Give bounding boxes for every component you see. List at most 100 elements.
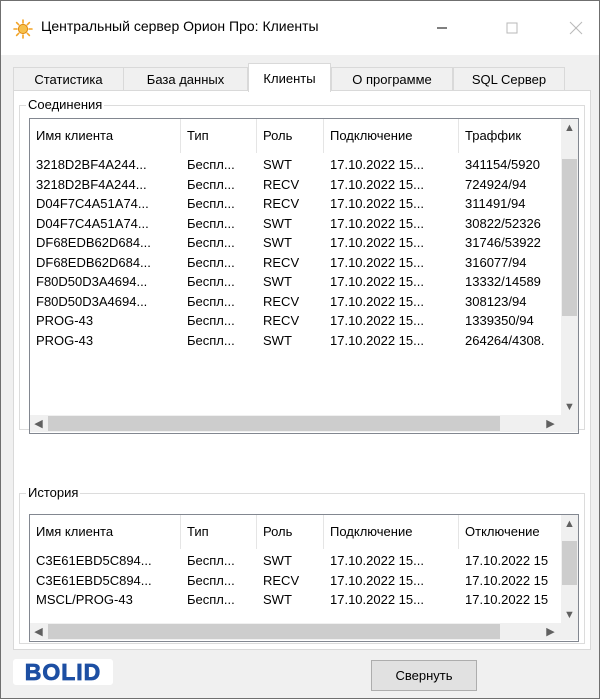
connections-vertical-scrollbar[interactable]: ▲ ▼ <box>561 119 578 415</box>
column-header-traffic[interactable]: Траффик <box>459 119 563 153</box>
connections-horizontal-scrollbar[interactable]: ◀ ▶ <box>30 415 561 432</box>
tab-about[interactable]: О программе <box>331 67 453 91</box>
cell-client-name: F80D50D3A4694... <box>36 274 148 289</box>
history-vertical-scrollbar[interactable]: ▲ ▼ <box>561 515 578 623</box>
scroll-thumb[interactable] <box>562 159 577 316</box>
cell-role: RECV <box>263 176 300 192</box>
table-row[interactable]: DF68EDB62D684... Беспл... SWT 17.10.2022 15… <box>30 233 578 252</box>
cell-last: 311491/94 <box>465 196 526 211</box>
history-list-header: Имя клиента Тип Роль Подключение Отключе… <box>30 515 578 549</box>
cell-client-name: MSCL/PROG-43 <box>36 592 133 607</box>
cell-last: 308123/94 <box>465 293 527 309</box>
minimize-button[interactable] <box>419 1 465 55</box>
table-row[interactable]: MSCL/PROG-43 Беспл... SWT 17.10.2022 15... 1… <box>30 590 578 609</box>
scroll-left-arrow-icon[interactable]: ◀ <box>30 415 47 432</box>
table-row[interactable]: D04F7C4A51A74... Беспл... SWT 17.10.2022 15… <box>30 214 578 233</box>
cell-role: RECV <box>263 313 300 328</box>
cell-last: 724924/94 <box>465 176 527 192</box>
scroll-up-arrow-icon[interactable]: ▲ <box>561 119 578 136</box>
close-button[interactable] <box>553 1 599 55</box>
tab-sql-server[interactable]: SQL Сервер <box>453 67 565 91</box>
bolid-logo: BOLID <box>13 659 113 685</box>
table-row[interactable]: DF68EDB62D684... Беспл... RECV 17.10.2022 1… <box>30 253 578 272</box>
history-list[interactable]: Имя клиента Тип Роль Подключение Отключе… <box>29 514 579 642</box>
maximize-icon <box>506 22 518 34</box>
connections-group-title: Соединения <box>26 97 105 113</box>
collapse-button[interactable]: Свернуть <box>371 660 477 691</box>
cell-connection: 17.10.2022 15... <box>330 254 424 270</box>
cell-client-name: D04F7C4A51A74... <box>36 196 149 211</box>
cell-type: Беспл... <box>187 572 235 588</box>
tab-clients[interactable]: Клиенты <box>248 63 331 92</box>
column-header-disconnection[interactable]: Отключение <box>459 515 563 549</box>
history-group: История Имя клиента Тип Роль Подключение… <box>19 485 585 644</box>
cell-last: 17.10.2022 15 <box>465 553 549 568</box>
cell-connection: 17.10.2022 15... <box>330 235 424 250</box>
tab-database[interactable]: База данных <box>123 67 248 91</box>
cell-type: Беспл... <box>187 592 235 607</box>
column-header-client-name[interactable]: Имя клиента <box>30 119 181 153</box>
scroll-thumb[interactable] <box>48 416 500 431</box>
tab-strip: Статистика База данных Клиенты О програм… <box>13 63 593 92</box>
cell-type: Беспл... <box>187 215 235 231</box>
table-row[interactable]: PROG-43 Беспл... RECV 17.10.2022 15... 13393… <box>30 311 578 330</box>
cell-role: SWT <box>263 592 292 607</box>
cell-connection: 17.10.2022 15... <box>330 553 424 568</box>
tab-label: База данных <box>146 72 225 87</box>
cell-client-name: DF68EDB62D684... <box>36 254 151 270</box>
scroll-right-arrow-icon[interactable]: ▶ <box>542 415 559 432</box>
table-row[interactable]: F80D50D3A4694... Беспл... SWT 17.10.2022 15… <box>30 272 578 291</box>
history-horizontal-scrollbar[interactable]: ◀ ▶ <box>30 623 561 640</box>
cell-client-name: PROG-43 <box>36 313 94 328</box>
title-bar[interactable]: Центральный сервер Орион Про: Клиенты <box>1 1 599 55</box>
scroll-right-arrow-icon[interactable]: ▶ <box>542 623 559 640</box>
tab-label: О программе <box>352 72 432 87</box>
cell-connection: 17.10.2022 15... <box>330 572 424 588</box>
table-row[interactable]: C3E61EBD5C894... Беспл... RECV 17.10.2022 1… <box>30 571 578 590</box>
table-row[interactable]: 3218D2BF4A244... Беспл... SWT 17.10.2022 15… <box>30 155 578 174</box>
column-header-role[interactable]: Роль <box>257 515 324 549</box>
connections-list[interactable]: Имя клиента Тип Роль Подключение Траффик… <box>29 118 579 434</box>
cell-role: SWT <box>263 332 292 348</box>
cell-type: Беспл... <box>187 553 235 568</box>
tab-statistics[interactable]: Статистика <box>13 67 124 91</box>
table-row[interactable]: 3218D2BF4A244... Беспл... RECV 17.10.2022 1… <box>30 175 578 194</box>
cell-role: SWT <box>263 215 292 231</box>
maximize-button[interactable] <box>489 1 535 55</box>
scroll-down-arrow-icon[interactable]: ▼ <box>561 606 578 623</box>
column-header-connection[interactable]: Подключение <box>324 515 459 549</box>
tab-panel-clients: Соединения Имя клиента Тип Роль Подключе… <box>13 90 591 650</box>
scroll-down-arrow-icon[interactable]: ▼ <box>561 398 578 415</box>
cell-connection: 17.10.2022 15... <box>330 176 424 192</box>
tab-label: SQL Сервер <box>471 72 547 87</box>
cell-role: SWT <box>263 553 292 568</box>
scroll-thumb[interactable] <box>48 624 500 639</box>
cell-role: RECV <box>263 196 300 211</box>
cell-client-name: 3218D2BF4A244... <box>36 176 147 192</box>
table-row[interactable]: PROG-43 Беспл... SWT 17.10.2022 15... 264264… <box>30 331 578 350</box>
cell-connection: 17.10.2022 15... <box>330 592 424 607</box>
cell-connection: 17.10.2022 15... <box>330 215 424 231</box>
table-row[interactable]: D04F7C4A51A74... Беспл... RECV 17.10.2022 1… <box>30 194 578 213</box>
scroll-left-arrow-icon[interactable]: ◀ <box>30 623 47 640</box>
column-header-type[interactable]: Тип <box>181 515 257 549</box>
cell-type: Беспл... <box>187 196 235 211</box>
cell-client-name: 3218D2BF4A244... <box>36 157 147 172</box>
cell-client-name: C3E61EBD5C894... <box>36 553 152 568</box>
table-row[interactable]: F80D50D3A4694... Беспл... RECV 17.10.2022 1… <box>30 292 578 311</box>
column-header-type[interactable]: Тип <box>181 119 257 153</box>
cell-type: Беспл... <box>187 176 235 192</box>
scroll-up-arrow-icon[interactable]: ▲ <box>561 515 578 532</box>
cell-connection: 17.10.2022 15... <box>330 313 424 328</box>
scroll-thumb[interactable] <box>562 541 577 585</box>
table-row[interactable]: C3E61EBD5C894... Беспл... SWT 17.10.2022 15… <box>30 551 578 570</box>
cell-role: SWT <box>263 235 292 250</box>
column-header-role[interactable]: Роль <box>257 119 324 153</box>
cell-last: 31746/53922 <box>465 235 541 250</box>
column-header-client-name[interactable]: Имя клиента <box>30 515 181 549</box>
connections-list-header: Имя клиента Тип Роль Подключение Траффик <box>30 119 578 153</box>
scrollbar-corner <box>561 415 578 432</box>
tab-label: Статистика <box>34 72 103 87</box>
column-header-connection[interactable]: Подключение <box>324 119 459 153</box>
minimize-icon <box>437 27 447 29</box>
